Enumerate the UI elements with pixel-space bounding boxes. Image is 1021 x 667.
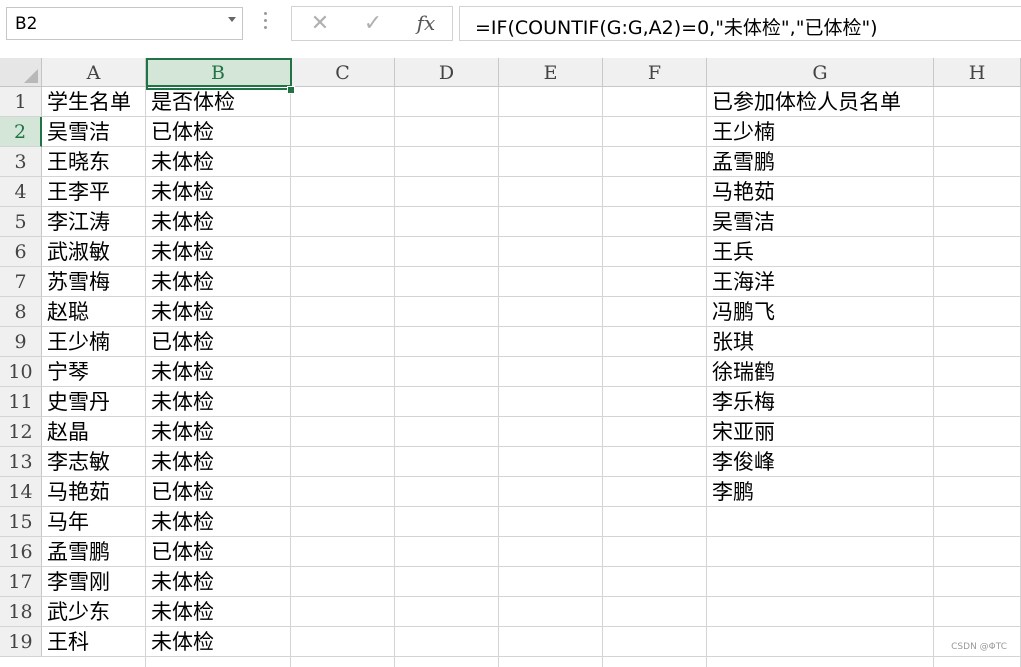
name-box[interactable]: B2: [6, 7, 243, 40]
cell-a5[interactable]: 李江涛: [42, 207, 110, 237]
cell-b9[interactable]: 已体检: [146, 327, 214, 357]
select-all-corner[interactable]: [0, 58, 42, 87]
cell-a17[interactable]: 李雪刚: [42, 567, 110, 597]
cell-g5[interactable]: 吴雪洁: [707, 207, 775, 237]
cell-b18[interactable]: 未体检: [146, 597, 214, 627]
cell-b7[interactable]: 未体检: [146, 267, 214, 297]
cell-g6[interactable]: 王兵: [707, 237, 754, 267]
cancel-icon[interactable]: ✕: [300, 10, 340, 37]
row-header-5[interactable]: 5: [0, 207, 42, 237]
row-header-2[interactable]: 2: [0, 117, 42, 147]
cell-a14[interactable]: 马艳茹: [42, 477, 110, 507]
formula-text: =IF(COUNTIF(G:G,A2)=0,"未体检","已体检"): [475, 17, 878, 39]
cell-a6[interactable]: 武淑敏: [42, 237, 110, 267]
column-header-c[interactable]: C: [291, 58, 395, 87]
cell-g9[interactable]: 张琪: [707, 327, 754, 357]
cell-a4[interactable]: 王李平: [42, 177, 110, 207]
row-header-4[interactable]: 4: [0, 177, 42, 207]
row-header-3[interactable]: 3: [0, 147, 42, 177]
cell-g2[interactable]: 王少楠: [707, 117, 775, 147]
row-header-14[interactable]: 14: [0, 477, 42, 507]
row-header-10[interactable]: 10: [0, 357, 42, 387]
column-header-d[interactable]: D: [395, 58, 499, 87]
chevron-down-icon[interactable]: [228, 17, 236, 22]
cell-a2[interactable]: 吴雪洁: [42, 117, 110, 147]
formula-bar: B2 ✕ ✓ fx =IF(COUNTIF(G:G,A2)=0,"未体检","已…: [0, 0, 1021, 56]
cell-a19[interactable]: 王科: [42, 627, 89, 657]
cell-b17[interactable]: 未体检: [146, 567, 214, 597]
cell-a8[interactable]: 赵聪: [42, 297, 89, 327]
grid-line: [394, 87, 395, 667]
cell-g11[interactable]: 李乐梅: [707, 387, 775, 417]
row-header-6[interactable]: 6: [0, 237, 42, 267]
name-box-value: B2: [15, 14, 38, 34]
column-header-g[interactable]: G: [707, 58, 934, 87]
row-header-15[interactable]: 15: [0, 507, 42, 537]
row-header-18[interactable]: 18: [0, 597, 42, 627]
column-header-e[interactable]: E: [499, 58, 603, 87]
cell-a7[interactable]: 苏雪梅: [42, 267, 110, 297]
cell-g1[interactable]: 已参加体检人员名单: [707, 87, 901, 117]
watermark: CSDN @ΦTC: [951, 642, 1007, 652]
column-header-h[interactable]: H: [934, 58, 1021, 87]
cell-b5[interactable]: 未体检: [146, 207, 214, 237]
cell-g8[interactable]: 冯鹏飞: [707, 297, 775, 327]
cell-g10[interactable]: 徐瑞鹤: [707, 357, 775, 387]
cell-b8[interactable]: 未体检: [146, 297, 214, 327]
cell-a18[interactable]: 武少东: [42, 597, 110, 627]
row-header-8[interactable]: 8: [0, 297, 42, 327]
formula-buttons: ✕ ✓ fx: [291, 6, 453, 41]
cell-a10[interactable]: 宁琴: [42, 357, 89, 387]
cell-g12[interactable]: 宋亚丽: [707, 417, 775, 447]
cell-b19[interactable]: 未体检: [146, 627, 214, 657]
cell-g14[interactable]: 李鹏: [707, 477, 754, 507]
row-header-12[interactable]: 12: [0, 417, 42, 447]
row-header-11[interactable]: 11: [0, 387, 42, 417]
cell-a9[interactable]: 王少楠: [42, 327, 110, 357]
cell-a1[interactable]: 学生名单: [42, 87, 131, 117]
cell-a11[interactable]: 史雪丹: [42, 387, 110, 417]
cell-b6[interactable]: 未体检: [146, 237, 214, 267]
column-header-f[interactable]: F: [603, 58, 707, 87]
cell-g7[interactable]: 王海洋: [707, 267, 775, 297]
formula-input[interactable]: =IF(COUNTIF(G:G,A2)=0,"未体检","已体检"): [459, 6, 1021, 41]
cell-a16[interactable]: 孟雪鹏: [42, 537, 110, 567]
cell-b2[interactable]: 已体检: [146, 117, 214, 147]
fill-handle[interactable]: [287, 86, 295, 94]
cell-b1[interactable]: 是否体检: [146, 87, 235, 117]
cell-b11[interactable]: 未体检: [146, 387, 214, 417]
enter-icon[interactable]: ✓: [353, 10, 393, 37]
cell-a15[interactable]: 马年: [42, 507, 89, 537]
insert-function-icon[interactable]: fx: [406, 10, 446, 37]
active-cell-border: [146, 58, 292, 90]
cell-g4[interactable]: 马艳茹: [707, 177, 775, 207]
cell-b15[interactable]: 未体检: [146, 507, 214, 537]
row-header-1[interactable]: 1: [0, 87, 42, 117]
row-header-16[interactable]: 16: [0, 537, 42, 567]
row-header-17[interactable]: 17: [0, 567, 42, 597]
grid-line: [290, 87, 291, 667]
row-header-9[interactable]: 9: [0, 327, 42, 357]
cell-b13[interactable]: 未体检: [146, 447, 214, 477]
row-header-13[interactable]: 13: [0, 447, 42, 477]
cell-b3[interactable]: 未体检: [146, 147, 214, 177]
row-header-19[interactable]: 19: [0, 627, 42, 657]
cell-b4[interactable]: 未体检: [146, 177, 214, 207]
cell-a3[interactable]: 王晓东: [42, 147, 110, 177]
cell-b10[interactable]: 未体检: [146, 357, 214, 387]
cell-g3[interactable]: 孟雪鹏: [707, 147, 775, 177]
grid-line: [498, 87, 499, 667]
cell-g13[interactable]: 李俊峰: [707, 447, 775, 477]
cell-a13[interactable]: 李志敏: [42, 447, 110, 477]
grid-line: [933, 87, 934, 667]
cell-b12[interactable]: 未体检: [146, 417, 214, 447]
cell-b14[interactable]: 已体检: [146, 477, 214, 507]
column-header-a[interactable]: A: [42, 58, 146, 87]
row-header-7[interactable]: 7: [0, 267, 42, 297]
cell-a12[interactable]: 赵晶: [42, 417, 89, 447]
grid-line: [602, 87, 603, 667]
cell-b16[interactable]: 已体检: [146, 537, 214, 567]
more-options-icon[interactable]: [262, 12, 268, 34]
